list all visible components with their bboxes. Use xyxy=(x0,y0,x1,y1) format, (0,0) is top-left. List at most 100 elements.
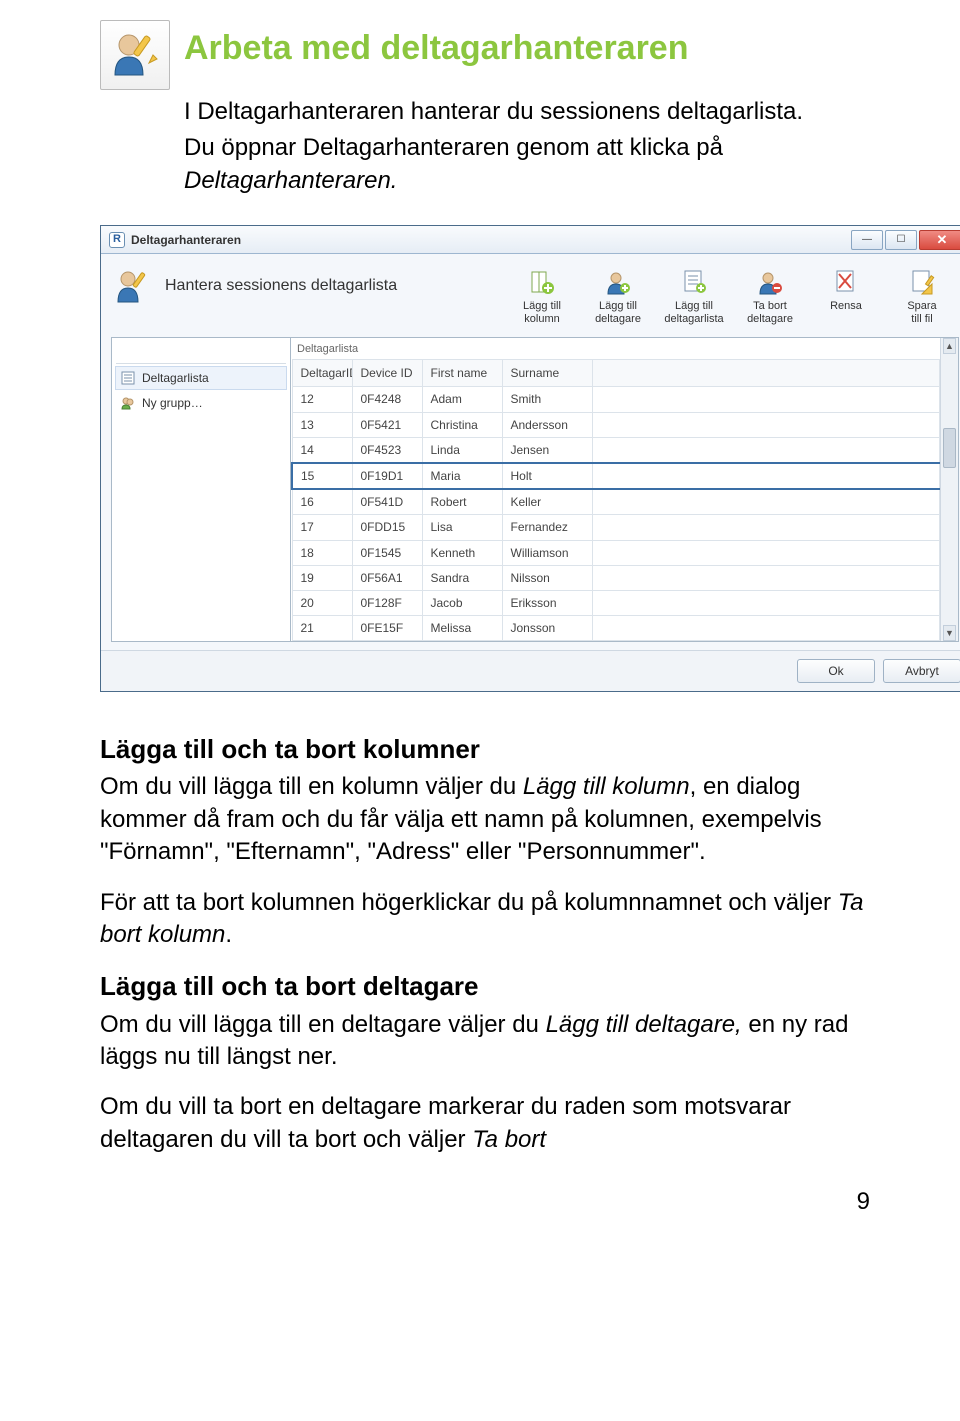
clear-button[interactable]: Rensa xyxy=(811,264,881,327)
add-participant-icon xyxy=(602,266,634,298)
window-titlebar: R Deltagarhanteraren — ☐ ✕ xyxy=(101,226,960,254)
group-icon xyxy=(120,395,136,411)
table-cell[interactable]: 0F4523 xyxy=(352,437,422,463)
section-participants-heading: Lägga till och ta bort deltagare xyxy=(100,969,870,1004)
participant-manager-window: R Deltagarhanteraren — ☐ ✕ Hantera sessi… xyxy=(100,225,960,692)
table-cell[interactable]: 13 xyxy=(292,412,352,437)
table-cell[interactable]: Melissa xyxy=(422,616,502,641)
table-cell[interactable]: Andersson xyxy=(502,412,592,437)
table-row[interactable]: 170FDD15LisaFernandez xyxy=(292,515,940,540)
sidebar-item-label: Deltagarlista xyxy=(142,370,209,386)
table-cell[interactable]: Adam xyxy=(422,387,502,412)
section-participants-p1: Om du vill lägga till en deltagare välje… xyxy=(100,1009,870,1074)
scroll-up-arrow[interactable]: ▲ xyxy=(943,338,956,354)
table-cell[interactable]: 0F5421 xyxy=(352,412,422,437)
scroll-thumb[interactable] xyxy=(943,428,956,468)
toolbar-label: Lägg tillkolumn xyxy=(509,300,575,325)
table-cell[interactable]: Christina xyxy=(422,412,502,437)
cell-spacer xyxy=(592,437,940,463)
table-cell[interactable]: Jensen xyxy=(502,437,592,463)
table-cell[interactable]: 21 xyxy=(292,616,352,641)
table-row[interactable]: 120F4248AdamSmith xyxy=(292,387,940,412)
add-participant-button[interactable]: Lägg tilldeltagare xyxy=(583,264,653,327)
table-row[interactable]: 160F541DRobertKeller xyxy=(292,489,940,515)
table-cell[interactable]: 0FE15F xyxy=(352,616,422,641)
window-heading: Hantera sessionens deltagarlista xyxy=(165,275,397,297)
sidebar-item-label: Ny grupp… xyxy=(142,395,203,411)
add-column-button[interactable]: Lägg tillkolumn xyxy=(507,264,577,327)
clear-icon xyxy=(830,266,862,298)
table-cell[interactable]: Kenneth xyxy=(422,540,502,565)
remove-participant-button[interactable]: Ta bortdeltagare xyxy=(735,264,805,327)
close-button[interactable]: ✕ xyxy=(919,230,960,250)
remove-participant-icon xyxy=(754,266,786,298)
table-cell[interactable]: 0F128F xyxy=(352,590,422,615)
sidebar-item-new-group[interactable]: Ny grupp… xyxy=(116,392,286,414)
table-cell[interactable]: 17 xyxy=(292,515,352,540)
app-icon: R xyxy=(109,232,125,248)
window-title: Deltagarhanteraren xyxy=(131,232,241,248)
page-number: 9 xyxy=(100,1186,870,1218)
table-cell[interactable]: Lisa xyxy=(422,515,502,540)
table-cell[interactable]: Eriksson xyxy=(502,590,592,615)
vertical-scrollbar[interactable]: ▲ ▼ xyxy=(940,338,958,641)
table-cell[interactable]: Maria xyxy=(422,463,502,489)
table-cell[interactable]: 14 xyxy=(292,437,352,463)
table-cell[interactable]: Jonsson xyxy=(502,616,592,641)
add-list-button[interactable]: Lägg tilldeltagarlista xyxy=(659,264,729,327)
table-cell[interactable]: Holt xyxy=(502,463,592,489)
toolbar-label: Lägg tilldeltagare xyxy=(585,300,651,325)
table-row[interactable]: 180F1545KennethWilliamson xyxy=(292,540,940,565)
section-participants-p2: Om du vill ta bort en deltagare markerar… xyxy=(100,1091,870,1156)
table-row[interactable]: 210FE15FMelissaJonsson xyxy=(292,616,940,641)
table-cell[interactable]: Jacob xyxy=(422,590,502,615)
table-cell[interactable]: Nilsson xyxy=(502,565,592,590)
column-header[interactable]: DeltagarID xyxy=(292,360,352,387)
ok-button[interactable]: Ok xyxy=(797,659,875,683)
column-header[interactable]: Device ID xyxy=(352,360,422,387)
intro-text: I Deltagarhanteraren hanterar du session… xyxy=(184,96,870,197)
maximize-button[interactable]: ☐ xyxy=(885,230,917,250)
table-cell[interactable]: Linda xyxy=(422,437,502,463)
add-column-icon xyxy=(526,266,558,298)
cancel-button[interactable]: Avbryt xyxy=(883,659,960,683)
table-row[interactable]: 150F19D1MariaHolt xyxy=(292,463,940,489)
table-cell[interactable]: 0F4248 xyxy=(352,387,422,412)
add-list-icon xyxy=(678,266,710,298)
save-to-file-button[interactable]: Sparatill fil xyxy=(887,264,957,327)
sidebar: Deltagarlista Ny grupp… xyxy=(111,337,291,642)
table-row[interactable]: 200F128FJacobEriksson xyxy=(292,590,940,615)
sidebar-item-deltagarlista[interactable]: Deltagarlista xyxy=(115,366,287,390)
table-cell[interactable]: 0F541D xyxy=(352,489,422,515)
table-cell[interactable]: 15 xyxy=(292,463,352,489)
table-cell[interactable]: Fernandez xyxy=(502,515,592,540)
table-row[interactable]: 130F5421ChristinaAndersson xyxy=(292,412,940,437)
table-cell[interactable]: 12 xyxy=(292,387,352,412)
table-cell[interactable]: 0F56A1 xyxy=(352,565,422,590)
table-cell[interactable]: 0F19D1 xyxy=(352,463,422,489)
table-cell[interactable]: Williamson xyxy=(502,540,592,565)
table-cell[interactable]: 16 xyxy=(292,489,352,515)
column-header[interactable]: First name xyxy=(422,360,502,387)
table-cell[interactable]: 20 xyxy=(292,590,352,615)
table-cell[interactable]: 18 xyxy=(292,540,352,565)
table-cell[interactable]: Robert xyxy=(422,489,502,515)
scroll-down-arrow[interactable]: ▼ xyxy=(943,625,956,641)
participant-table[interactable]: DeltagarIDDevice IDFirst nameSurname 120… xyxy=(291,359,940,641)
section-columns-heading: Lägga till och ta bort kolumner xyxy=(100,732,870,767)
table-cell[interactable]: 0FDD15 xyxy=(352,515,422,540)
column-header[interactable]: Surname xyxy=(502,360,592,387)
table-cell[interactable]: Smith xyxy=(502,387,592,412)
section-columns-p2: För att ta bort kolumnen högerklickar du… xyxy=(100,887,870,952)
table-row[interactable]: 190F56A1SandraNilsson xyxy=(292,565,940,590)
minimize-button[interactable]: — xyxy=(851,230,883,250)
toolbar-label: Sparatill fil xyxy=(889,300,955,325)
table-cell[interactable]: 0F1545 xyxy=(352,540,422,565)
cell-spacer xyxy=(592,489,940,515)
table-cell[interactable]: Keller xyxy=(502,489,592,515)
table-cell[interactable]: Sandra xyxy=(422,565,502,590)
table-row[interactable]: 140F4523LindaJensen xyxy=(292,437,940,463)
grid-label: Deltagarlista xyxy=(291,338,940,359)
toolbar-label: Ta bortdeltagare xyxy=(737,300,803,325)
table-cell[interactable]: 19 xyxy=(292,565,352,590)
